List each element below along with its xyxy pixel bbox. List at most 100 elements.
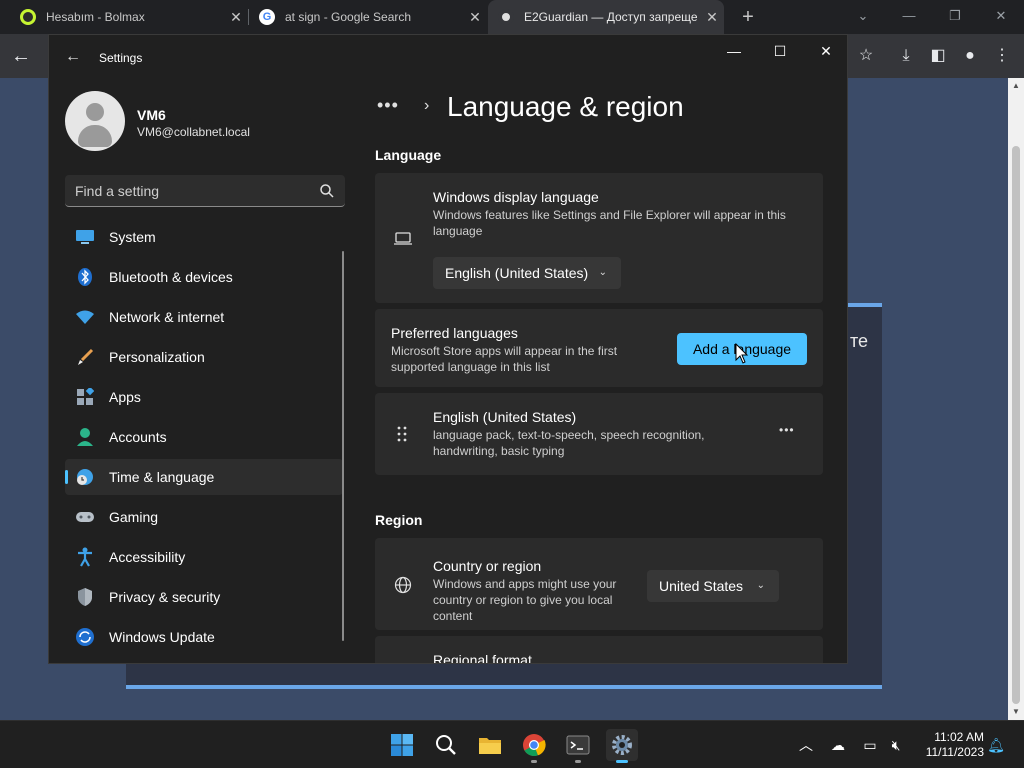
sidebar-item-system[interactable]: System	[65, 219, 343, 255]
gear-icon	[612, 735, 632, 755]
search-input[interactable]	[75, 181, 305, 201]
region-section-heading: Region	[375, 512, 423, 528]
apps-icon	[75, 387, 95, 407]
display-language-desc: Windows features like Settings and File …	[433, 208, 786, 238]
volume-muted-icon[interactable]: 🔇︎	[886, 735, 906, 755]
sidebar-item-personalization[interactable]: Personalization	[65, 339, 343, 375]
close-tab-icon[interactable]: ✕	[463, 9, 487, 26]
sidebar-item-gaming[interactable]: Gaming	[65, 499, 343, 535]
search-icon	[320, 184, 334, 198]
profile-name: VM6	[137, 107, 166, 123]
display-language-dropdown[interactable]: English (United States) ⌄	[433, 257, 621, 289]
settings-search-box[interactable]	[65, 175, 345, 207]
web-page-card-text: те	[849, 331, 868, 351]
avatar[interactable]	[65, 91, 125, 151]
sidebar-item-windows-update[interactable]: Windows Update	[65, 619, 343, 655]
start-button[interactable]	[386, 729, 418, 761]
gaming-icon	[75, 507, 95, 527]
taskbar-search-button[interactable]	[430, 729, 462, 761]
taskbar-chrome[interactable]	[518, 729, 550, 763]
regional-format-title: Regional format	[433, 652, 532, 664]
language-options-button[interactable]: •••	[779, 423, 795, 437]
sidebar-scrollbar[interactable]	[342, 251, 344, 641]
country-region-desc: Windows and apps might use your country …	[433, 577, 617, 623]
regional-format-card[interactable]: Regional format	[375, 636, 823, 664]
sidebar-item-bluetooth[interactable]: Bluetooth & devices	[65, 259, 343, 295]
taskbar-settings[interactable]	[606, 729, 638, 763]
onedrive-offline-icon[interactable]: ☁	[828, 735, 848, 755]
system-icon	[75, 227, 95, 247]
window-maximize-button[interactable]: ☐	[757, 35, 803, 67]
settings-back-button[interactable]: ←	[63, 47, 83, 67]
chevron-down-icon: ⌄	[598, 267, 607, 278]
breadcrumb-overflow-button[interactable]: •••	[377, 95, 399, 116]
close-tab-icon[interactable]: ✕	[700, 9, 724, 26]
browser-close-button[interactable]: ✕	[978, 4, 1024, 28]
network-icon[interactable]: ▭	[860, 735, 880, 755]
preferred-languages-card: Preferred languages Microsoft Store apps…	[375, 309, 823, 387]
sidebar-item-network[interactable]: Network & internet	[65, 299, 343, 335]
taskbar-file-explorer[interactable]	[474, 729, 506, 761]
browser-restore-button[interactable]: ❐	[932, 4, 978, 28]
sidebar-item-accounts[interactable]: Accounts	[65, 419, 343, 455]
taskbar: ︿ ☁ ▭ 🔇︎ 11:02 AM 11/11/2023 🔔︎	[0, 720, 1024, 768]
sidebar-item-privacy[interactable]: Privacy & security	[65, 579, 343, 615]
sidebar-item-time-language[interactable]: Time & language	[65, 459, 343, 495]
language-section-heading: Language	[375, 147, 442, 163]
page-title: Language & region	[447, 91, 684, 122]
scrollbar-thumb[interactable]	[1012, 146, 1020, 704]
profile-email: VM6@collabnet.local	[137, 125, 250, 139]
drag-handle-icon[interactable]	[396, 426, 408, 442]
breadcrumb-chevron-icon: ›	[424, 97, 430, 114]
country-region-dropdown[interactable]: United States ⌄	[647, 570, 779, 602]
new-tab-button[interactable]: +	[737, 6, 759, 28]
mouse-cursor-icon	[735, 343, 749, 364]
taskbar-terminal[interactable]	[562, 729, 594, 763]
browser-menu-icon[interactable]: ⋮	[989, 43, 1015, 69]
language-entry-card[interactable]: English (United States) language pack, t…	[375, 393, 823, 475]
profile-icon[interactable]: ●	[957, 43, 983, 69]
update-icon	[75, 627, 95, 647]
window-minimize-button[interactable]: —	[711, 35, 757, 67]
avatar-head-shape	[86, 103, 104, 121]
time-language-icon	[75, 467, 95, 487]
chrome-icon	[523, 734, 546, 757]
browser-tab-bolmax[interactable]: Hesabım - Bolmax ✕	[0, 0, 248, 34]
sidebar-item-apps[interactable]: Apps	[65, 379, 343, 415]
close-tab-icon[interactable]: ✕	[224, 9, 248, 26]
sidebar-item-accessibility[interactable]: Accessibility	[65, 539, 343, 575]
brush-icon	[75, 347, 95, 367]
notification-bell-icon[interactable]: 🔔︎	[986, 735, 1006, 755]
preferred-languages-title: Preferred languages	[391, 325, 518, 341]
browser-tab-google[interactable]: G at sign - Google Search ✕	[249, 0, 487, 34]
country-region-card: Country or region Windows and apps might…	[375, 538, 823, 630]
preferred-languages-desc: Microsoft Store apps will appear in the …	[391, 344, 618, 374]
display-language-card: Windows display language Windows feature…	[375, 173, 823, 303]
browser-back-button[interactable]: ←	[8, 43, 34, 69]
accounts-icon	[75, 427, 95, 447]
folder-icon	[479, 738, 501, 754]
browser-tab-e2guardian[interactable]: E2Guardian — Доступ запреще ✕	[488, 0, 724, 34]
taskbar-clock[interactable]: 11:02 AM 11/11/2023	[912, 730, 984, 760]
laptop-icon	[394, 232, 412, 245]
clock-date: 11/11/2023	[925, 745, 984, 759]
show-hidden-icons-chevron-icon[interactable]: ︿	[796, 735, 816, 755]
chevron-down-icon: ⌄	[756, 580, 765, 591]
active-indicator	[616, 760, 628, 763]
country-region-value: United States	[659, 578, 744, 594]
wifi-icon	[75, 307, 95, 327]
window-close-button[interactable]: ✕	[803, 35, 847, 67]
web-page-scrollbar[interactable]: ▲ ▼	[1008, 78, 1024, 720]
download-icon[interactable]: ⤓	[893, 43, 919, 69]
bookmark-star-icon[interactable]: ☆	[853, 43, 879, 69]
side-panel-icon[interactable]: ◧	[925, 43, 951, 69]
scroll-up-arrow-icon[interactable]: ▲	[1008, 78, 1024, 94]
terminal-icon	[566, 735, 590, 755]
tab-search-chevron-icon[interactable]: ⌄	[840, 4, 886, 28]
search-icon	[436, 735, 456, 755]
display-language-title: Windows display language	[433, 189, 599, 205]
scroll-down-arrow-icon[interactable]: ▼	[1008, 704, 1024, 720]
shield-icon	[75, 587, 95, 607]
browser-minimize-button[interactable]: —	[886, 4, 932, 28]
accessibility-icon	[75, 547, 95, 567]
